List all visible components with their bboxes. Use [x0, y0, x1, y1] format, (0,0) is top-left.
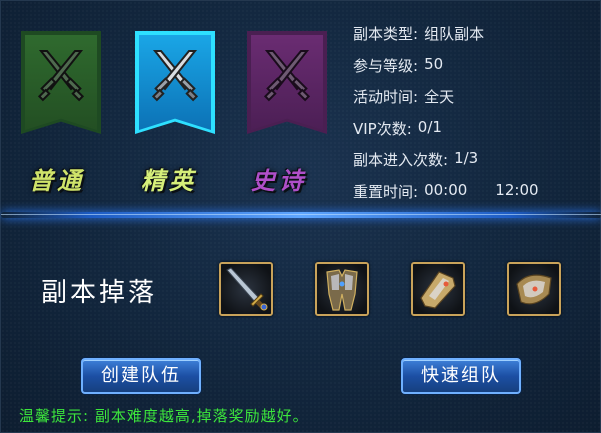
time-key: 活动时间: — [353, 88, 419, 106]
dungeon-panel: 普通 精英 史诗 副本类型: 组队副本 参与等级: 50 活动时间: 全天 VI… — [0, 0, 601, 433]
reset-value-1: 00:00 — [424, 180, 468, 199]
drop-item-armor[interactable] — [315, 262, 369, 316]
vip-value: 0/1 — [417, 117, 442, 136]
info-row-entry: 副本进入次数: 1/3 — [353, 149, 539, 181]
section-divider-highlight — [1, 214, 601, 215]
info-row-reset: 重置时间: 00:00 12:00 — [353, 181, 539, 213]
gauntlet-item-icon — [420, 271, 456, 309]
armor-item-icon — [326, 269, 358, 311]
elite-difficulty-label[interactable]: 精英 — [141, 161, 197, 196]
normal-difficulty-banner[interactable] — [21, 31, 101, 134]
type-value: 组队副本 — [424, 25, 485, 43]
type-key: 副本类型: — [353, 25, 419, 43]
create-team-button[interactable]: 创建队伍 — [81, 358, 201, 394]
tip-text: 温馨提示: 副本难度越高,掉落奖励越好。 — [19, 407, 309, 425]
level-value: 50 — [424, 54, 444, 73]
entry-value: 1/3 — [454, 149, 479, 167]
dungeon-info: 副本类型: 组队副本 参与等级: 50 活动时间: 全天 VIP次数: 0/1 … — [353, 23, 539, 212]
info-row-time: 活动时间: 全天 — [353, 86, 539, 118]
sword-item-icon — [226, 267, 268, 311]
quick-match-button[interactable]: 快速组队 — [401, 358, 521, 394]
elite-difficulty-banner[interactable] — [135, 31, 215, 134]
normal-difficulty-label[interactable]: 普通 — [29, 161, 85, 196]
crossed-swords-icon — [37, 50, 85, 102]
level-key: 参与等级: — [353, 56, 419, 75]
reset-key: 重置时间: — [353, 182, 419, 201]
drop-item-shoulder[interactable] — [507, 262, 561, 316]
epic-difficulty-banner[interactable] — [247, 31, 327, 134]
section-divider — [1, 212, 601, 218]
drop-item-gauntlet[interactable] — [411, 262, 465, 316]
time-value: 全天 — [424, 88, 455, 106]
reset-value-2: 12:00 — [495, 180, 539, 199]
vip-key: VIP次数: — [353, 119, 412, 138]
shoulder-item-icon — [516, 274, 552, 305]
crossed-swords-icon — [263, 50, 311, 102]
entry-key: 副本进入次数: — [353, 151, 449, 169]
info-row-type: 副本类型: 组队副本 — [353, 23, 539, 55]
info-row-vip: VIP次数: 0/1 — [353, 118, 539, 150]
drops-label: 副本掉落 — [41, 278, 158, 308]
drop-item-sword[interactable] — [219, 262, 273, 316]
epic-difficulty-label[interactable]: 史诗 — [251, 161, 307, 196]
crossed-swords-icon — [151, 50, 199, 102]
info-row-level: 参与等级: 50 — [353, 55, 539, 87]
